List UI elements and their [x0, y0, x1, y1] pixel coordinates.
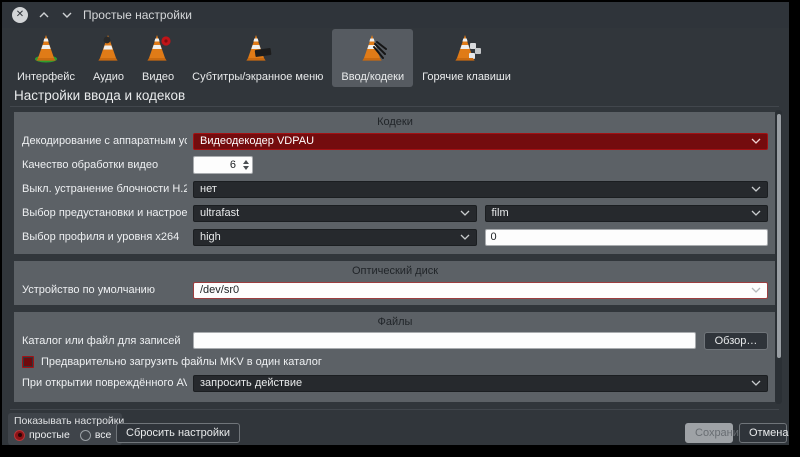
default-device-combobox[interactable]: /dev/sr0 — [193, 282, 768, 299]
disc-section-title: Оптический диск — [22, 263, 768, 278]
close-icon[interactable]: ✕ — [12, 7, 28, 23]
x264-preset-combobox[interactable]: ultrafast — [193, 205, 477, 222]
separator — [10, 106, 779, 107]
files-panel: Файлы Каталог или файл для записей Обзор… — [14, 312, 776, 402]
damaged-avi-combobox[interactable]: запросить действие — [193, 375, 768, 392]
radio-all[interactable]: все — [80, 429, 112, 441]
save-button[interactable]: Сохранить — [685, 423, 733, 443]
radio-selected-icon — [14, 430, 25, 441]
cancel-button[interactable]: Отмена — [739, 423, 787, 443]
default-device-label: Устройство по умолчанию — [22, 284, 187, 296]
h264-deblock-value: нет — [200, 183, 217, 195]
tab-label: Субтитры/экранное меню — [192, 71, 323, 83]
x264-profile-value: high — [200, 231, 221, 243]
optical-disc-panel: Оптический диск Устройство по умолчанию … — [14, 261, 776, 305]
vlc-cone-audio-icon — [93, 32, 123, 69]
x264-profile-combobox[interactable]: high — [193, 229, 477, 246]
chevron-down-icon[interactable] — [60, 8, 74, 22]
x264-tune-value: film — [492, 207, 509, 219]
preferences-window: ✕ Простые настройки Интерфейс — [2, 2, 789, 445]
spin-down-icon[interactable] — [243, 166, 249, 170]
record-dir-label: Каталог или файл для записей — [22, 335, 187, 347]
show-settings-label: Показывать настройки — [14, 415, 116, 427]
tab-label: Горячие клавиши — [422, 71, 511, 83]
chevron-down-icon — [751, 186, 761, 192]
files-section-title: Файлы — [22, 314, 768, 329]
video-quality-value: 6 — [194, 157, 239, 173]
tab-subtitles-osd[interactable]: Субтитры/экранное меню — [183, 29, 332, 87]
page-title: Настройки ввода и кодеков — [14, 88, 185, 103]
titlebar: ✕ Простые настройки — [2, 2, 789, 28]
show-settings-groupbox: Показывать настройки простые все — [8, 413, 122, 445]
radio-all-label: все — [95, 429, 112, 441]
mkv-preload-checkbox[interactable] — [22, 356, 34, 368]
tab-video[interactable]: Видео — [133, 29, 183, 87]
browse-button[interactable]: Обзор… — [704, 332, 768, 350]
damaged-avi-label: При открытии повреждённого AVI — [22, 377, 187, 389]
radio-simple[interactable]: простые — [14, 429, 70, 441]
h264-deblock-combobox[interactable]: нет — [193, 181, 768, 198]
tab-hotkeys[interactable]: Горячие клавиши — [413, 29, 520, 87]
spin-up-icon[interactable] — [243, 160, 249, 164]
tab-label: Интерфейс — [17, 71, 75, 83]
window-title: Простые настройки — [83, 8, 192, 22]
chevron-down-icon — [751, 287, 761, 293]
chevron-down-icon — [460, 210, 470, 216]
tab-interface[interactable]: Интерфейс — [8, 29, 84, 87]
damaged-avi-value: запросить действие — [200, 377, 302, 389]
video-quality-spinner[interactable]: 6 — [193, 156, 253, 174]
x264-profile-label: Выбор профиля и уровня x264 — [22, 231, 187, 243]
x264-preset-label: Выбор предустановки и настроек x264 — [22, 207, 187, 219]
hw-decode-combobox[interactable]: Видеодекодер VDPAU — [193, 133, 768, 150]
chevron-down-icon — [751, 210, 761, 216]
checkbox-check-icon — [24, 358, 32, 366]
mkv-preload-label: Предварительно загрузить файлы MKV в оди… — [41, 356, 322, 368]
vlc-cone-subtitles-icon — [243, 32, 273, 69]
x264-tune-combobox[interactable]: film — [485, 205, 769, 222]
vlc-cone-interface-icon — [31, 32, 61, 69]
tab-label: Видео — [142, 71, 174, 83]
record-dir-input[interactable] — [193, 332, 696, 349]
chevron-down-icon — [751, 138, 761, 144]
default-device-value: /dev/sr0 — [200, 284, 239, 296]
hw-decode-label: Декодирование с аппаратным ускорением — [22, 135, 187, 147]
radio-simple-label: простые — [29, 429, 70, 441]
settings-content: Кодеки Декодирование с аппаратным ускоре… — [14, 112, 776, 409]
scrollbar-thumb[interactable] — [777, 114, 781, 358]
chevron-down-icon — [751, 380, 761, 386]
chevron-down-icon — [460, 234, 470, 240]
reset-settings-button[interactable]: Сбросить настройки — [116, 423, 240, 443]
codecs-section-title: Кодеки — [22, 114, 768, 129]
video-quality-label: Качество обработки видео — [22, 159, 187, 171]
spinner-buttons[interactable] — [239, 157, 252, 173]
vlc-cone-hotkeys-icon — [452, 32, 482, 69]
tab-input-codecs[interactable]: Ввод/кодеки — [332, 29, 413, 87]
hw-decode-value: Видеодекодер VDPAU — [200, 135, 314, 147]
tab-label: Ввод/кодеки — [341, 71, 404, 83]
chevron-up-icon[interactable] — [37, 8, 51, 22]
x264-preset-value: ultrafast — [200, 207, 239, 219]
radio-unselected-icon — [80, 430, 91, 441]
codecs-panel: Кодеки Декодирование с аппаратным ускоре… — [14, 112, 776, 254]
separator — [10, 409, 779, 410]
vlc-cone-video-icon — [143, 32, 173, 69]
h264-deblock-label: Выкл. устранение блочности H.264 — [22, 183, 187, 195]
tab-label: Аудио — [93, 71, 124, 83]
category-toolbar: Интерфейс Аудио — [8, 29, 520, 83]
vlc-cone-input-codecs-icon — [358, 32, 388, 69]
x264-level-input[interactable] — [485, 229, 769, 246]
tab-audio[interactable]: Аудио — [84, 29, 133, 87]
